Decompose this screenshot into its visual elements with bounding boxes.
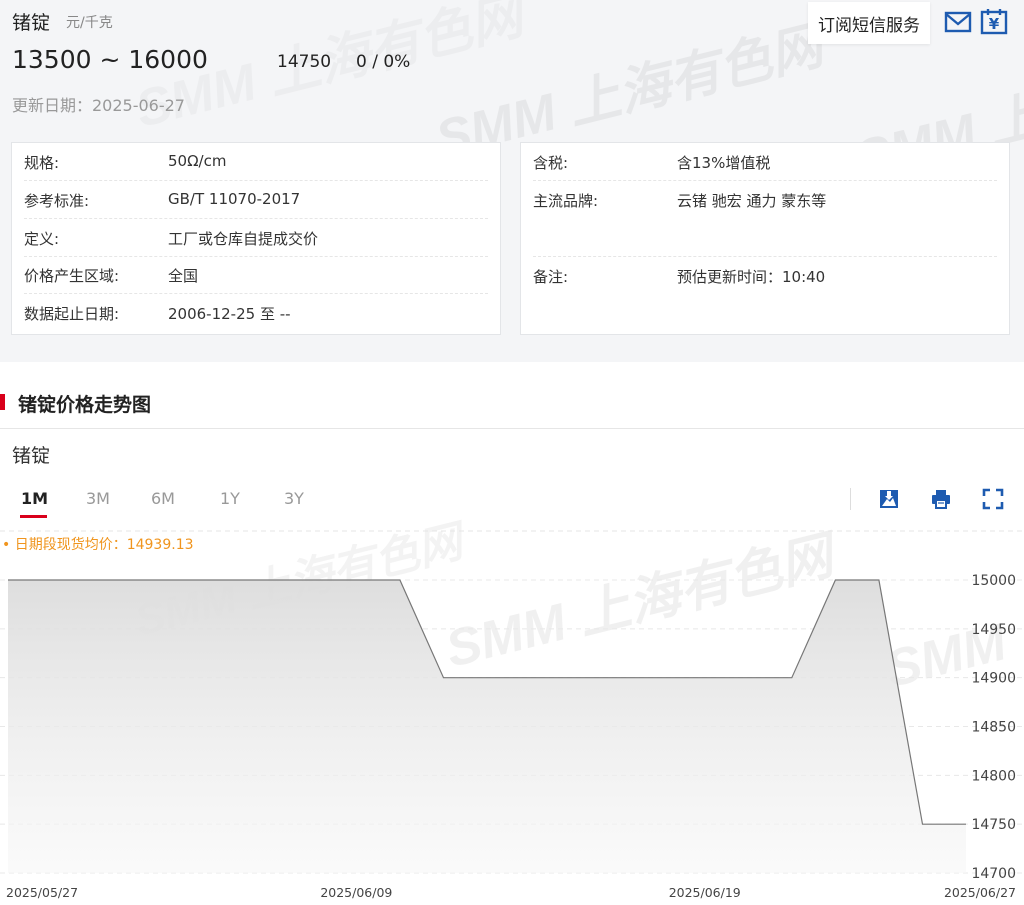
mail-icon[interactable] bbox=[944, 8, 972, 36]
product-info-area: SMM 上海有色网 SMM 上海有色网 SMM 上海有色网 锗锭 元/千克 13… bbox=[0, 0, 1024, 362]
spec-value: 云锗 驰宏 通力 蒙东等 bbox=[677, 192, 827, 210]
fullscreen-icon[interactable] bbox=[982, 488, 1004, 510]
y-tick-label: 14950 bbox=[971, 622, 1016, 638]
tab-3y[interactable]: 3Y bbox=[284, 489, 304, 508]
y-tick-label: 14750 bbox=[971, 817, 1016, 833]
product-unit: 元/千克 bbox=[66, 15, 113, 31]
spec-value: 工厂或仓库自提成交价 bbox=[168, 230, 319, 248]
tab-1m[interactable]: 1M bbox=[21, 489, 48, 508]
x-tick-label: 2025/05/27 bbox=[6, 885, 78, 900]
subscribe-sms-button[interactable]: 订阅短信服务 bbox=[808, 2, 930, 44]
spec-value: GB/T 11070-2017 bbox=[168, 190, 301, 208]
chart-name: 锗锭 bbox=[12, 445, 51, 467]
tab-6m[interactable]: 6M bbox=[151, 489, 175, 508]
section-accent-bar bbox=[0, 394, 5, 410]
price-trend-chart: 14700 14750 14800 14850 14900 14950 15000 2025… bbox=[0, 530, 1024, 900]
latest-price: 14750 bbox=[277, 52, 332, 72]
spec-key: 主流品牌: bbox=[533, 192, 599, 210]
y-tick-label: 14700 bbox=[971, 866, 1016, 882]
spec-key: 备注: bbox=[533, 268, 569, 286]
spec-row: 规格: 50Ω/cm bbox=[24, 143, 488, 181]
spec-row: 数据起止日期: 2006-12-25 至 -- bbox=[24, 294, 488, 332]
spec-key: 参考标准: bbox=[24, 192, 90, 210]
spec-panel-left: 规格: 50Ω/cm 参考标准: GB/T 11070-2017 定义: 工厂或… bbox=[11, 142, 501, 335]
spec-key: 含税: bbox=[533, 154, 569, 172]
spec-key: 定义: bbox=[24, 230, 60, 248]
spec-row: 含税: 含13%增值税 bbox=[533, 143, 997, 181]
y-tick-label: 14850 bbox=[971, 720, 1016, 736]
product-title: 锗锭 bbox=[12, 12, 51, 34]
svg-text:¥: ¥ bbox=[989, 15, 1000, 33]
spec-row: 备注: 预估更新时间：10:40 bbox=[533, 257, 997, 295]
x-tick-label: 2025/06/27 bbox=[944, 885, 1016, 900]
spec-row: 主流品牌: 云锗 驰宏 通力 蒙东等 bbox=[533, 181, 997, 257]
x-tick-label: 2025/06/09 bbox=[320, 885, 392, 900]
section-title: 锗锭价格走势图 bbox=[18, 394, 152, 416]
tab-3m[interactable]: 3M bbox=[86, 489, 110, 508]
price-change: 0 / 0% bbox=[356, 52, 411, 72]
spec-panel-right: 含税: 含13%增值税 主流品牌: 云锗 驰宏 通力 蒙东等 备注: 预估更新时… bbox=[520, 142, 1010, 335]
active-tab-underline bbox=[20, 515, 47, 518]
y-tick-label: 14800 bbox=[971, 768, 1016, 784]
spec-row: 价格产生区域: 全国 bbox=[24, 256, 488, 294]
x-tick-label: 2025/06/19 bbox=[669, 885, 741, 900]
period-average-price: • 日期段现货均价：14939.13 bbox=[2, 537, 194, 553]
spec-value: 全国 bbox=[168, 267, 199, 285]
print-icon[interactable] bbox=[930, 488, 952, 510]
download-image-icon[interactable] bbox=[878, 488, 900, 510]
spec-key: 数据起止日期: bbox=[24, 305, 120, 323]
yen-calendar-icon[interactable]: ¥ bbox=[980, 8, 1008, 36]
y-tick-label: 15000 bbox=[971, 573, 1016, 589]
update-date: 更新日期：2025-06-27 bbox=[12, 96, 185, 115]
toolbar-divider bbox=[850, 488, 851, 510]
spec-value: 2006-12-25 至 -- bbox=[168, 305, 291, 323]
section-divider bbox=[0, 428, 1024, 429]
spec-value: 50Ω/cm bbox=[168, 152, 227, 170]
spec-key: 价格产生区域: bbox=[24, 267, 120, 285]
price-range: 13500 ~ 16000 bbox=[12, 45, 208, 74]
spec-value: 含13%增值税 bbox=[677, 154, 771, 172]
spec-value: 预估更新时间：10:40 bbox=[677, 268, 826, 286]
spec-key: 规格: bbox=[24, 154, 60, 172]
spec-row: 参考标准: GB/T 11070-2017 bbox=[24, 181, 488, 219]
spec-row: 定义: 工厂或仓库自提成交价 bbox=[24, 219, 488, 257]
tab-1y[interactable]: 1Y bbox=[220, 489, 240, 508]
y-tick-label: 14900 bbox=[971, 671, 1016, 687]
price-area-fill bbox=[8, 580, 966, 873]
